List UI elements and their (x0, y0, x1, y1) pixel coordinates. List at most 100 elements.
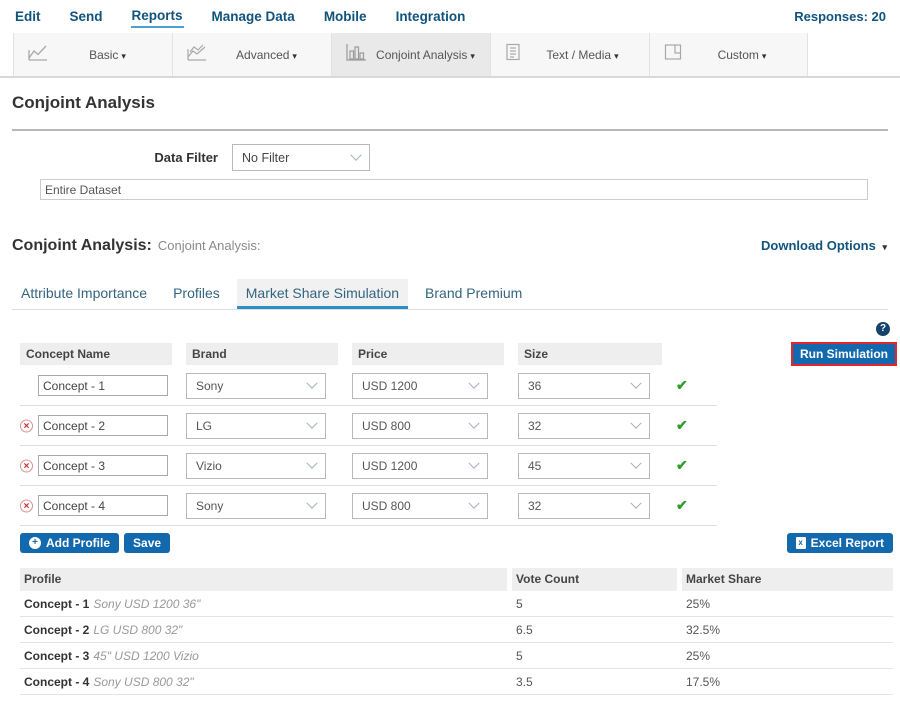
brand-select[interactable]: LG (186, 413, 326, 439)
chevron-down-icon (306, 377, 317, 388)
result-row: Concept - 2LG USD 800 32" 6.5 32.5% (20, 617, 893, 643)
valid-check-icon: ✔ (676, 457, 717, 474)
add-profile-button[interactable]: + Add Profile (20, 533, 119, 553)
responses-count: Responses: 20 (794, 9, 886, 24)
result-profile-desc: Sony USD 800 32" (93, 675, 193, 689)
toolbar-label: Conjoint Analysis (376, 48, 467, 62)
brand-select[interactable]: Sony (186, 493, 326, 519)
chevron-down-icon (630, 457, 641, 468)
divider (12, 129, 888, 131)
data-filter-value: No Filter (242, 151, 289, 165)
save-button[interactable]: Save (124, 533, 170, 553)
dataset-input[interactable] (40, 179, 868, 200)
price-select[interactable]: USD 800 (352, 413, 488, 439)
toolbar-label: Basic (89, 48, 118, 62)
help-row: ? (0, 318, 890, 332)
col-size: Size (518, 343, 662, 365)
result-profile-desc: Sony USD 1200 36" (93, 597, 200, 611)
delete-concept-icon[interactable]: ✕ (20, 419, 33, 432)
toolbar-item-advanced[interactable]: Advanced▾ (172, 33, 331, 76)
page-title: Conjoint Analysis (12, 93, 900, 113)
tab-brand-premium[interactable]: Brand Premium (416, 279, 531, 309)
result-row: Concept - 1Sony USD 1200 36" 5 25% (20, 591, 893, 617)
chevron-down-icon: ▾ (882, 242, 887, 252)
section-subtitle: Conjoint Analysis: (158, 238, 261, 253)
results-table: Profile Vote Count Market Share Concept … (20, 568, 893, 695)
concept-name-input[interactable] (38, 375, 168, 396)
concept-name-input[interactable] (38, 455, 168, 476)
tab-market-share-simulation[interactable]: Market Share Simulation (237, 279, 408, 309)
result-profile-desc: 45" USD 1200 Vizio (93, 649, 198, 663)
chevron-down-icon: ▾ (762, 51, 767, 61)
result-market-share: 17.5% (682, 675, 893, 689)
toolbar-item-basic[interactable]: Basic▾ (13, 33, 172, 76)
valid-check-icon: ✔ (676, 417, 717, 434)
size-select[interactable]: 32 (518, 413, 650, 439)
concept-row: ✕ Sony USD 800 32 ✔ (20, 486, 717, 526)
nav-manage-data[interactable]: Manage Data (211, 7, 296, 27)
toolbar-label: Advanced (236, 48, 289, 62)
toolbar-label: Custom (718, 48, 759, 62)
result-row: Concept - 3 45" USD 1200 Vizio 5 25% (20, 643, 893, 669)
price-select[interactable]: USD 1200 (352, 373, 488, 399)
nav-send[interactable]: Send (69, 7, 104, 27)
toolbar-item-custom[interactable]: Custom▾ (649, 33, 808, 76)
col-concept-name: Concept Name (20, 343, 172, 365)
bar-chart-icon (345, 43, 367, 66)
result-profile-desc: LG USD 800 32" (93, 623, 182, 637)
concept-name-input[interactable] (38, 415, 168, 436)
tab-attribute-importance[interactable]: Attribute Importance (12, 279, 156, 309)
chevron-down-icon (468, 457, 479, 468)
concept-row: ✕ LG USD 800 32 ✔ (20, 406, 717, 446)
result-vote-count: 5 (512, 649, 677, 663)
size-select[interactable]: 45 (518, 453, 650, 479)
help-icon[interactable]: ? (876, 322, 890, 336)
delete-concept-icon[interactable]: ✕ (20, 499, 33, 512)
report-toolbar: Basic▾ Advanced▾ Conjoint Analysis▾ Text… (0, 33, 900, 78)
chevron-down-icon: ▾ (614, 51, 619, 61)
chevron-down-icon (468, 417, 479, 428)
download-options-button[interactable]: Download Options ▾ (761, 238, 887, 253)
chevron-down-icon (306, 417, 317, 428)
col-price: Price (352, 343, 504, 365)
excel-report-button[interactable]: Excel Report (787, 533, 893, 553)
results-header: Profile Vote Count Market Share (20, 568, 893, 591)
data-filter-select[interactable]: No Filter (232, 144, 370, 171)
result-profile-name: Concept - 3 (24, 649, 89, 663)
brand-select[interactable]: Sony (186, 373, 326, 399)
concept-name-input[interactable] (38, 495, 168, 516)
col-brand: Brand (186, 343, 338, 365)
concept-row: Sony USD 1200 36 ✔ (20, 366, 717, 406)
toolbar-label: Text / Media (546, 48, 611, 62)
nav-reports[interactable]: Reports (131, 6, 184, 28)
price-select[interactable]: USD 800 (352, 493, 488, 519)
nav-integration[interactable]: Integration (395, 7, 467, 27)
col-vote-count: Vote Count (512, 568, 677, 591)
price-select[interactable]: USD 1200 (352, 453, 488, 479)
tab-profiles[interactable]: Profiles (164, 279, 229, 309)
text-media-icon (504, 43, 522, 66)
run-simulation-button[interactable]: Run Simulation (793, 344, 895, 364)
nav-mobile[interactable]: Mobile (323, 7, 368, 27)
nav-edit[interactable]: Edit (14, 7, 42, 27)
excel-file-icon (796, 537, 806, 549)
custom-layout-icon (663, 43, 683, 66)
size-select[interactable]: 36 (518, 373, 650, 399)
chevron-down-icon (630, 377, 641, 388)
chevron-down-icon: ▾ (292, 51, 297, 61)
data-filter-row: Data Filter No Filter (0, 144, 900, 171)
valid-check-icon: ✔ (676, 377, 717, 394)
result-market-share: 25% (682, 597, 893, 611)
chevron-down-icon (630, 417, 641, 428)
toolbar-item-conjoint-analysis[interactable]: Conjoint Analysis▾ (331, 33, 490, 76)
chevron-down-icon: ▾ (121, 51, 126, 61)
brand-select[interactable]: Vizio (186, 453, 326, 479)
actions-row: + Add Profile Save Excel Report (20, 533, 893, 553)
section-head: Conjoint Analysis: Conjoint Analysis: Do… (12, 237, 887, 255)
size-select[interactable]: 32 (518, 493, 650, 519)
chevron-down-icon (468, 497, 479, 508)
result-market-share: 25% (682, 649, 893, 663)
result-vote-count: 5 (512, 597, 677, 611)
toolbar-item-text-media[interactable]: Text / Media▾ (490, 33, 649, 76)
delete-concept-icon[interactable]: ✕ (20, 459, 33, 472)
